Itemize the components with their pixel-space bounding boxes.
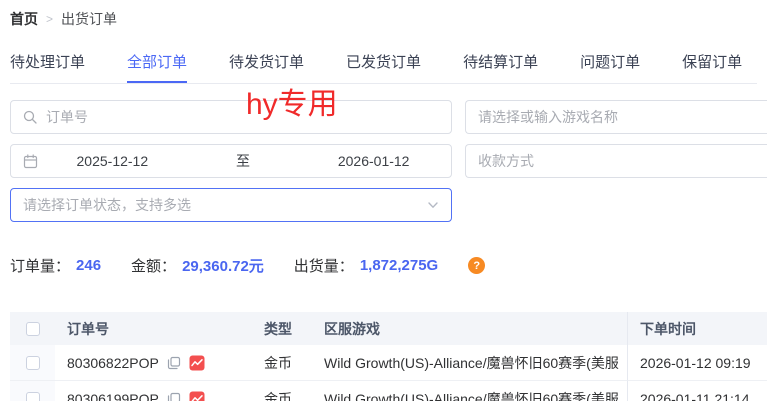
table-header-row: 订单号 类型 区服游戏 下单时间 (10, 312, 767, 345)
breadcrumb-separator-icon: > (46, 12, 53, 26)
table-body: 80306822POP 金币 Wild Growth(US)-Alliance/… (10, 345, 767, 401)
breadcrumb-home-link[interactable]: 首页 (10, 9, 38, 29)
order-tabs: 待处理订单 全部订单 待发货订单 已发货订单 待结算订单 问题订单 保留订单 (10, 51, 757, 84)
row-checkbox-cell (10, 345, 55, 381)
chevron-down-icon (427, 199, 439, 211)
game-name-input[interactable] (478, 101, 755, 133)
orders-table: 订单号 类型 区服游戏 下单时间 80306822POP (10, 312, 767, 401)
date-range-separator: 至 (178, 151, 309, 171)
tab-problem-orders[interactable]: 问题订单 (580, 51, 640, 83)
volume-stat: 出货量： 1,872,275G (294, 255, 438, 276)
copy-icon[interactable] (167, 392, 181, 401)
copy-icon[interactable] (167, 356, 181, 370)
order-status-placeholder: 请选择订单状态，支持多选 (23, 195, 191, 215)
time-cell: 2026-01-11 21:14 (627, 381, 767, 401)
tab-to-settle-orders[interactable]: 待结算订单 (463, 51, 538, 83)
payment-method-field[interactable] (465, 144, 767, 178)
order-count-stat: 订单量： 246 (10, 255, 101, 276)
breadcrumb: 首页 > 出货订单 (0, 0, 767, 29)
header-type: 类型 (252, 312, 312, 345)
price-trend-icon[interactable] (189, 391, 205, 401)
order-no-text: 80306822POP (67, 355, 159, 371)
game-cell: Wild Growth(US)-Alliance/魔兽怀旧60赛季(美服 (312, 381, 627, 401)
date-start-value[interactable]: 2025-12-12 (47, 153, 178, 169)
summary-bar: 订单量： 246 金额： 29,360.72元 出货量： 1,872,275G … (10, 255, 767, 276)
calendar-icon (23, 154, 38, 169)
order-count-label: 订单量： (10, 255, 70, 276)
date-range-picker[interactable]: 2025-12-12 至 2026-01-12 (10, 144, 452, 178)
order-no-cell: 80306822POP (55, 345, 252, 381)
volume-value: 1,872,275G (360, 257, 438, 274)
header-time: 下单时间 (627, 312, 767, 345)
order-number-input[interactable] (46, 101, 439, 133)
type-cell: 金币 (252, 381, 312, 401)
table-row: 80306822POP 金币 Wild Growth(US)-Alliance/… (10, 345, 767, 381)
date-end-value[interactable]: 2026-01-12 (308, 153, 439, 169)
header-order-no: 订单号 (55, 312, 252, 345)
amount-stat: 金额： 29,360.72元 (131, 255, 264, 276)
price-trend-icon[interactable] (189, 355, 205, 371)
order-status-select[interactable]: 请选择订单状态，支持多选 (10, 188, 452, 222)
payment-method-input[interactable] (478, 145, 755, 177)
row-checkbox[interactable] (26, 392, 40, 401)
tab-to-ship-orders[interactable]: 待发货订单 (229, 51, 304, 83)
search-icon (23, 110, 37, 124)
help-question-icon[interactable]: ? (468, 257, 485, 274)
order-number-field[interactable] (10, 100, 452, 134)
order-no-text: 80306199POP (67, 391, 159, 401)
volume-label: 出货量： (294, 255, 354, 276)
tab-reserved-orders[interactable]: 保留订单 (682, 51, 742, 83)
tab-all-orders[interactable]: 全部订单 (127, 51, 187, 83)
game-cell: Wild Growth(US)-Alliance/魔兽怀旧60赛季(美服 (312, 345, 627, 381)
header-checkbox-cell (10, 312, 55, 345)
order-count-value: 246 (76, 257, 101, 274)
game-name-field[interactable] (465, 100, 767, 134)
select-all-checkbox[interactable] (26, 322, 40, 336)
tab-shipped-orders[interactable]: 已发货订单 (346, 51, 421, 83)
row-checkbox-cell (10, 381, 55, 401)
tab-pending-orders[interactable]: 待处理订单 (10, 51, 85, 83)
table-row: 80306199POP 金币 Wild Growth(US)-Alliance/… (10, 381, 767, 401)
breadcrumb-current: 出货订单 (61, 9, 117, 29)
time-cell: 2026-01-12 09:19 (627, 345, 767, 381)
type-cell: 金币 (252, 345, 312, 381)
row-checkbox[interactable] (26, 356, 40, 370)
amount-label: 金额： (131, 255, 176, 276)
filter-panel: 2025-12-12 至 2026-01-12 请选择订单状态，支持多选 hy专… (10, 100, 767, 222)
order-no-cell: 80306199POP (55, 381, 252, 401)
amount-value: 29,360.72元 (182, 255, 264, 276)
shipping-orders-page: 首页 > 出货订单 待处理订单 全部订单 待发货订单 已发货订单 待结算订单 问… (0, 0, 767, 401)
header-game: 区服游戏 (312, 312, 627, 345)
